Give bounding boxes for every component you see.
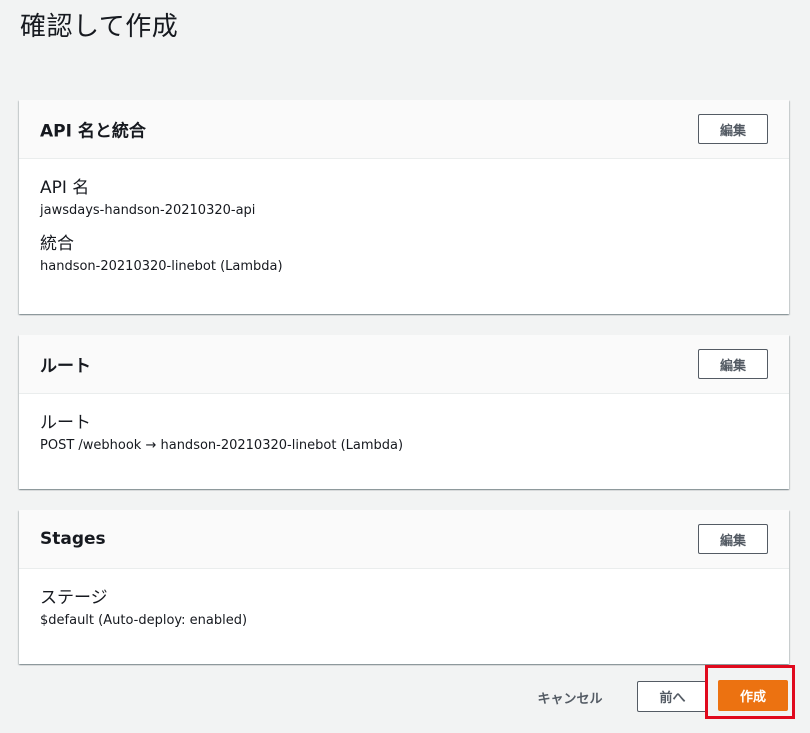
page-title: 確認して作成 — [20, 12, 179, 42]
cancel-button[interactable]: キャンセル — [525, 682, 615, 712]
route-label: ルート — [40, 413, 91, 433]
edit-stages-button[interactable]: 編集 — [698, 524, 768, 554]
footer-actions: キャンセル 前へ — [0, 680, 810, 720]
integration-value: handson-20210320-linebot (Lambda) — [40, 259, 283, 274]
integration-label: 統合 — [40, 234, 74, 254]
api-name-value: jawsdays-handson-20210320-api — [40, 203, 256, 218]
route-value: POST /webhook → handson-20210320-linebot… — [40, 438, 404, 453]
panel-body: ステージ $default (Auto-deploy: enabled) — [19, 569, 789, 631]
panel-title: Stages — [40, 529, 106, 549]
panel-body: API 名 jawsdays-handson-20210320-api 統合 h… — [19, 159, 789, 277]
edit-api-name-button[interactable]: 編集 — [698, 114, 768, 144]
stage-value: $default (Auto-deploy: enabled) — [40, 613, 248, 628]
api-name-label: API 名 — [40, 178, 90, 198]
panel-header: ルート 編集 — [19, 335, 789, 394]
panel-header: Stages 編集 — [19, 510, 789, 569]
panel-body: ルート POST /webhook → handson-20210320-lin… — [19, 394, 789, 456]
edit-routes-button[interactable]: 編集 — [698, 349, 768, 379]
panel-title: API 名と統合 — [40, 121, 146, 142]
panel-title: ルート — [40, 356, 91, 377]
previous-button[interactable]: 前へ — [637, 681, 708, 712]
create-button[interactable]: 作成 — [718, 680, 788, 711]
stage-label: ステージ — [40, 588, 108, 608]
panel-api-name-integration: API 名と統合 編集 API 名 jawsdays-handson-20210… — [19, 100, 789, 314]
panel-stages: Stages 編集 ステージ $default (Auto-deploy: en… — [19, 510, 789, 664]
panel-routes: ルート 編集 ルート POST /webhook → handson-20210… — [19, 335, 789, 489]
panel-header: API 名と統合 編集 — [19, 100, 789, 159]
